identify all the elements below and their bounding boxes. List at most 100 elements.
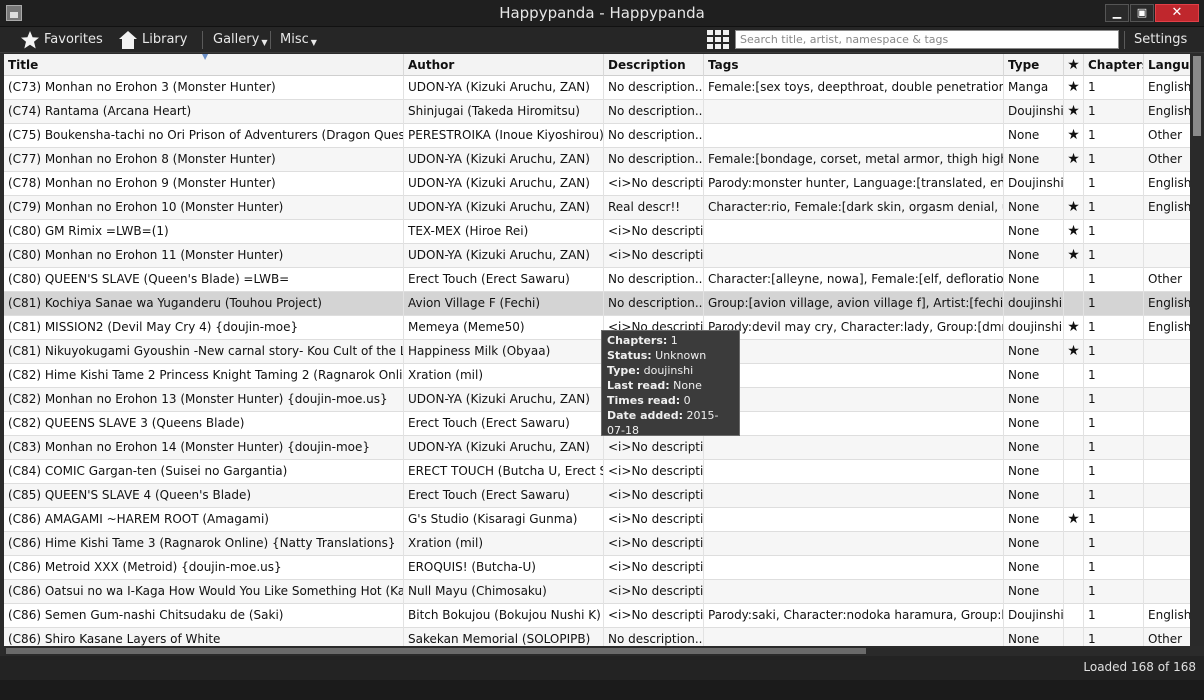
- table-row[interactable]: (C82) Monhan no Erohon 13 (Monster Hunte…: [4, 388, 1190, 412]
- gallery-menu[interactable]: Gallery ▼: [213, 27, 267, 53]
- col-description-cell: <i>No description..: [604, 460, 704, 484]
- col-tags-cell: [704, 508, 1004, 532]
- table-row[interactable]: (C82) Hime Kishi Tame 2 Princess Knight …: [4, 364, 1190, 388]
- col-type-cell: None: [1004, 412, 1064, 436]
- col-author-cell: UDON-YA (Kizuki Aruchu, ZAN): [404, 76, 604, 100]
- misc-label: Misc: [280, 32, 309, 47]
- maximize-button[interactable]: ▣: [1130, 4, 1154, 22]
- table-row[interactable]: (C86) Semen Gum-nashi Chitsudaku de (Sak…: [4, 604, 1190, 628]
- col-favorite-cell: ★: [1064, 196, 1084, 220]
- col-author-cell: Happiness Milk (Obyaa): [404, 340, 604, 364]
- col-chapters-cell: 1: [1084, 244, 1144, 268]
- table-row[interactable]: (C86) Oatsui no wa I-Kaga How Would You …: [4, 580, 1190, 604]
- col-chapters-header[interactable]: Chapters: [1084, 54, 1144, 76]
- search-input[interactable]: Search title, artist, namespace & tags: [735, 30, 1119, 49]
- col-favorite-cell: ★: [1064, 316, 1084, 340]
- col-tags-cell: [704, 244, 1004, 268]
- tooltip-label: Times read:: [607, 394, 681, 407]
- col-language-cell: [1144, 436, 1190, 460]
- col-tags-cell: [704, 340, 1004, 364]
- table-row[interactable]: (C81) Kochiya Sanae wa Yuganderu (Touhou…: [4, 292, 1190, 316]
- table-row[interactable]: (C78) Monhan no Erohon 9 (Monster Hunter…: [4, 172, 1190, 196]
- table-row[interactable]: (C77) Monhan no Erohon 8 (Monster Hunter…: [4, 148, 1190, 172]
- col-tags-cell: Female:[sex toys, deepthroat, double pen…: [704, 76, 1004, 100]
- col-title-cell: (C82) QUEENS SLAVE 3 (Queens Blade): [4, 412, 404, 436]
- table-row[interactable]: (C85) QUEEN'S SLAVE 4 (Queen's Blade) Ere…: [4, 484, 1190, 508]
- col-tags-cell: [704, 220, 1004, 244]
- col-chapters-cell: 1: [1084, 196, 1144, 220]
- col-tags-cell: [704, 388, 1004, 412]
- favorites-button[interactable]: Favorites: [20, 27, 103, 53]
- col-tags-cell: [704, 628, 1004, 646]
- col-chapters-cell: 1: [1084, 100, 1144, 124]
- grid-view-icon[interactable]: [707, 30, 729, 50]
- col-tags-cell: Group:[avion village, avion village f], …: [704, 292, 1004, 316]
- table-row[interactable]: (C75) Boukensha-tachi no Ori Prison of A…: [4, 124, 1190, 148]
- col-author-cell: Memeya (Meme50): [404, 316, 604, 340]
- col-chapters-cell: 1: [1084, 604, 1144, 628]
- col-type-cell: None: [1004, 388, 1064, 412]
- col-author-cell: TEX-MEX (Hiroe Rei): [404, 220, 604, 244]
- col-favorite-cell: [1064, 628, 1084, 646]
- close-button[interactable]: ✕: [1155, 4, 1199, 22]
- minimize-button[interactable]: ▁: [1105, 4, 1129, 22]
- table-row[interactable]: (C81) MISSION2 (Devil May Cry 4) {doujin…: [4, 316, 1190, 340]
- col-title-header[interactable]: Title: [4, 54, 404, 76]
- tooltip-value: 0: [683, 394, 691, 407]
- toolbar-divider: [1124, 31, 1125, 49]
- col-favorite-cell: [1064, 172, 1084, 196]
- status-bar: Loaded 168 of 168: [0, 656, 1204, 680]
- table-row[interactable]: (C73) Monhan no Erohon 3 (Monster Hunter…: [4, 76, 1190, 100]
- settings-button[interactable]: Settings: [1134, 27, 1187, 53]
- col-favorite-cell: ★: [1064, 124, 1084, 148]
- chevron-down-icon: ▼: [310, 38, 317, 47]
- table-row[interactable]: (C82) QUEENS SLAVE 3 (Queens Blade) Erect…: [4, 412, 1190, 436]
- vertical-scrollbar[interactable]: [1190, 54, 1204, 646]
- misc-menu[interactable]: Misc ▼: [280, 27, 317, 53]
- col-author-cell: Sakekan Memorial (SOLOPIPB): [404, 628, 604, 646]
- col-title-cell: (C81) Kochiya Sanae wa Yuganderu (Touhou…: [4, 292, 404, 316]
- col-chapters-cell: 1: [1084, 220, 1144, 244]
- table-row[interactable]: (C81) Nikuyokugami Gyoushin -New carnal …: [4, 340, 1190, 364]
- tooltip-label: Chapters:: [607, 334, 668, 347]
- table-row[interactable]: (C83) Monhan no Erohon 14 (Monster Hunte…: [4, 436, 1190, 460]
- col-tags-cell: [704, 484, 1004, 508]
- table-row[interactable]: (C86) Shiro Kasane Layers of White Sakeka…: [4, 628, 1190, 646]
- gallery-table[interactable]: ▼ Title Author Description Tags Type ★ Chapter…: [4, 54, 1190, 646]
- chevron-down-icon: ▼: [261, 38, 268, 47]
- table-row[interactable]: (C80) QUEEN'S SLAVE (Queen's Blade) =LWB…: [4, 268, 1190, 292]
- col-tags-header[interactable]: Tags: [704, 54, 1004, 76]
- col-chapters-cell: 1: [1084, 340, 1144, 364]
- col-description-header[interactable]: Description: [604, 54, 704, 76]
- scroll-thumb[interactable]: [1193, 56, 1201, 136]
- tooltip-value: 1: [670, 334, 678, 347]
- scroll-thumb[interactable]: [6, 648, 866, 654]
- table-row[interactable]: (C74) Rantama (Arcana Heart) Shinjugai (T…: [4, 100, 1190, 124]
- col-type-cell: doujinshi: [1004, 316, 1064, 340]
- table-row[interactable]: (C86) Hime Kishi Tame 3 (Ragnarok Online…: [4, 532, 1190, 556]
- table-row[interactable]: (C80) Monhan no Erohon 11 (Monster Hunte…: [4, 244, 1190, 268]
- col-author-cell: Erect Touch (Erect Sawaru): [404, 484, 604, 508]
- col-author-cell: Erect Touch (Erect Sawaru): [404, 268, 604, 292]
- col-favorite-cell: [1064, 484, 1084, 508]
- table-row[interactable]: (C84) COMIC Gargan-ten (Suisei no Gargan…: [4, 460, 1190, 484]
- col-favorite-header[interactable]: ★: [1064, 54, 1084, 76]
- col-author-header[interactable]: Author: [404, 54, 604, 76]
- table-row[interactable]: (C86) Metroid XXX (Metroid) {doujin-moe.…: [4, 556, 1190, 580]
- col-language-header[interactable]: Language: [1144, 54, 1190, 76]
- col-language-cell: Other: [1144, 268, 1190, 292]
- table-row[interactable]: (C79) Monhan no Erohon 10 (Monster Hunte…: [4, 196, 1190, 220]
- horizontal-scrollbar[interactable]: [4, 646, 1190, 656]
- col-favorite-cell: ★: [1064, 508, 1084, 532]
- table-row[interactable]: (C80) GM Rimix =LWB=(1) TEX-MEX (Hiroe Re…: [4, 220, 1190, 244]
- star-icon: [21, 31, 39, 49]
- toolbar-divider: [202, 31, 203, 49]
- col-language-cell: [1144, 580, 1190, 604]
- col-type-header[interactable]: Type: [1004, 54, 1064, 76]
- library-button[interactable]: Library: [118, 27, 187, 53]
- col-description-cell: <i>No description..: [604, 508, 704, 532]
- col-title-cell: (C83) Monhan no Erohon 14 (Monster Hunte…: [4, 436, 404, 460]
- table-row[interactable]: (C86) AMAGAMI ~HAREM ROOT (Amagami) G's S…: [4, 508, 1190, 532]
- col-favorite-cell: [1064, 436, 1084, 460]
- col-language-cell: English: [1144, 76, 1190, 100]
